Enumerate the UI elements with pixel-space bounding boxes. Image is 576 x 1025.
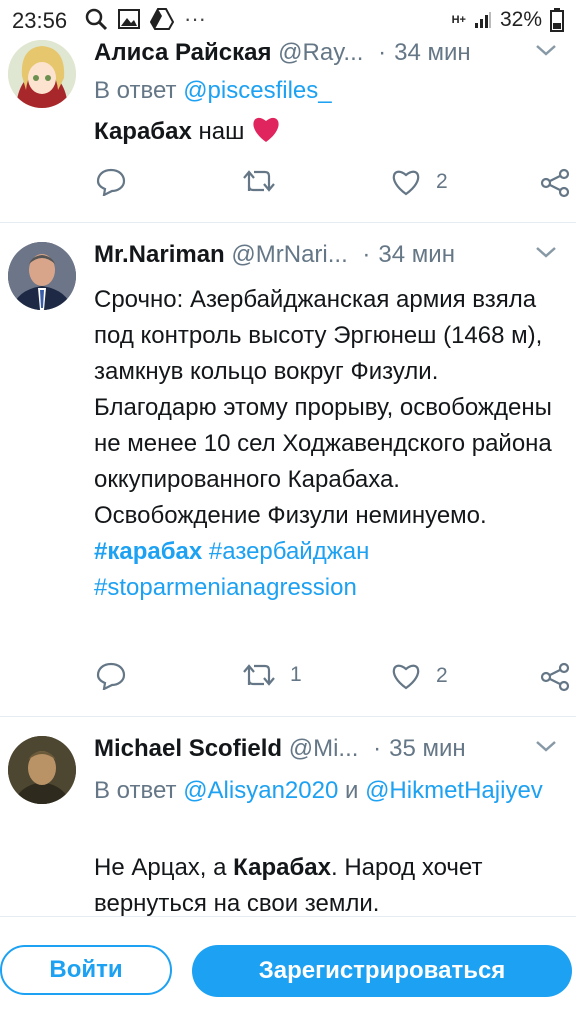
bottom-auth-bar: Войти Зарегистрироваться — [0, 916, 576, 1025]
share-button[interactable] — [540, 662, 570, 692]
man-avatar-image — [8, 736, 76, 804]
separator-dot: · — [373, 735, 382, 762]
image-icon — [118, 9, 140, 29]
red-heart-emoji-icon — [253, 117, 279, 142]
reply-icon — [96, 168, 126, 196]
heart-icon — [392, 170, 420, 196]
separator-dot: · — [362, 241, 371, 268]
battery-icon — [550, 8, 564, 32]
reply-context: В ответ @piscesfiles_ — [94, 74, 332, 108]
tweet-header: Michael Scofield @Mi... · 35 мин — [94, 734, 568, 764]
avatar[interactable] — [8, 736, 76, 804]
tweet-time[interactable]: 35 мин — [389, 735, 466, 762]
mention-link[interactable]: @HikmetHajiyev — [365, 777, 543, 804]
tweet[interactable]: Алиса Райская @Ray... · 34 мин В ответ @p… — [0, 38, 576, 223]
reply-icon — [96, 662, 126, 690]
author-handle[interactable]: @Ray... — [278, 39, 363, 66]
share-icon — [540, 168, 570, 198]
author-handle[interactable]: @MrNari... — [231, 241, 347, 268]
reply-label: В ответ — [94, 77, 177, 104]
retweet-button[interactable] — [242, 168, 290, 194]
heart-icon — [392, 664, 420, 690]
network-type: H+ — [451, 14, 466, 26]
retweet-icon — [243, 664, 275, 686]
author-name[interactable]: Mr.Nariman — [94, 241, 225, 268]
avatar[interactable] — [8, 242, 76, 310]
search-icon — [85, 8, 108, 31]
tweet-actions: 2 — [0, 168, 576, 204]
reply-button[interactable] — [96, 168, 126, 196]
separator-dot: · — [378, 39, 387, 66]
more-notifications-icon: ··· — [184, 6, 206, 31]
status-notification-icons: ··· — [84, 6, 206, 32]
reply-button[interactable] — [96, 662, 126, 690]
author-name[interactable]: Michael Scofield — [94, 735, 282, 762]
status-bar: 23:56 ··· H+ 32% — [0, 0, 576, 40]
share-button[interactable] — [540, 168, 570, 198]
like-button[interactable]: 2 — [390, 662, 448, 690]
retweet-button[interactable]: 1 — [242, 662, 302, 688]
tweet-text: Карабах наш — [94, 114, 281, 150]
chevron-down-icon[interactable] — [534, 244, 558, 260]
text-part: наш — [191, 118, 245, 145]
signal-icon — [474, 12, 491, 28]
chevron-down-icon[interactable] — [534, 738, 558, 754]
hashtag-link[interactable]: #азербайджан — [209, 538, 369, 565]
status-right: H+ 32% — [452, 8, 564, 32]
reply-conjunction: и — [344, 777, 359, 804]
man-in-suit-avatar-image — [8, 242, 76, 310]
drive-icon — [150, 8, 174, 30]
tweet[interactable]: Mr.Nariman @MrNari... · 34 мин Срочно: Аз… — [0, 222, 576, 717]
like-count: 2 — [436, 170, 448, 193]
tweet-actions: 1 2 — [0, 662, 576, 698]
author-handle[interactable]: @Mi... — [289, 735, 359, 762]
tweet-text: Не Арцах, а Карабах. Народ хочет вернуть… — [94, 850, 564, 916]
signup-button[interactable]: Зарегистрироваться — [192, 945, 572, 997]
text-part: Срочно: Азербайджанская армия взяла под … — [94, 286, 552, 529]
hashtag-link[interactable]: #карабах — [94, 538, 202, 565]
status-time: 23:56 — [12, 8, 68, 33]
tweet-time[interactable]: 34 мин — [378, 241, 455, 268]
like-button[interactable]: 2 — [390, 168, 448, 196]
like-count: 2 — [436, 664, 448, 687]
hashtag-link[interactable]: #stoparmenianagression — [94, 574, 357, 601]
retweet-icon — [243, 170, 275, 192]
mention-link[interactable]: @Alisyan2020 — [183, 777, 338, 804]
login-button[interactable]: Войти — [0, 945, 172, 995]
tweet-header: Алиса Райская @Ray... · 34 мин — [94, 38, 568, 68]
battery-percent: 32% — [499, 8, 542, 31]
avatar[interactable] — [8, 40, 76, 108]
tweet[interactable]: Michael Scofield @Mi... · 35 мин В ответ … — [0, 716, 576, 916]
share-icon — [540, 662, 570, 692]
chevron-down-icon[interactable] — [534, 42, 558, 58]
tweet-time[interactable]: 34 мин — [394, 39, 471, 66]
tweet-header: Mr.Nariman @MrNari... · 34 мин — [94, 240, 568, 270]
retweet-count: 1 — [290, 663, 302, 686]
text-part: Не Арцах, а — [94, 854, 234, 881]
author-name[interactable]: Алиса Райская — [94, 39, 272, 66]
anime-avatar-image — [8, 40, 76, 108]
mention-link[interactable]: @piscesfiles_ — [183, 77, 331, 104]
reply-label: В ответ — [94, 777, 177, 804]
bold-keyword: Карабах — [233, 854, 331, 881]
reply-context: В ответ @Alisyan2020 и @HikmetHajiyev — [94, 774, 554, 808]
tweet-text: Срочно: Азербайджанская армия взяла под … — [94, 282, 564, 606]
bold-keyword: Карабах — [94, 118, 192, 145]
